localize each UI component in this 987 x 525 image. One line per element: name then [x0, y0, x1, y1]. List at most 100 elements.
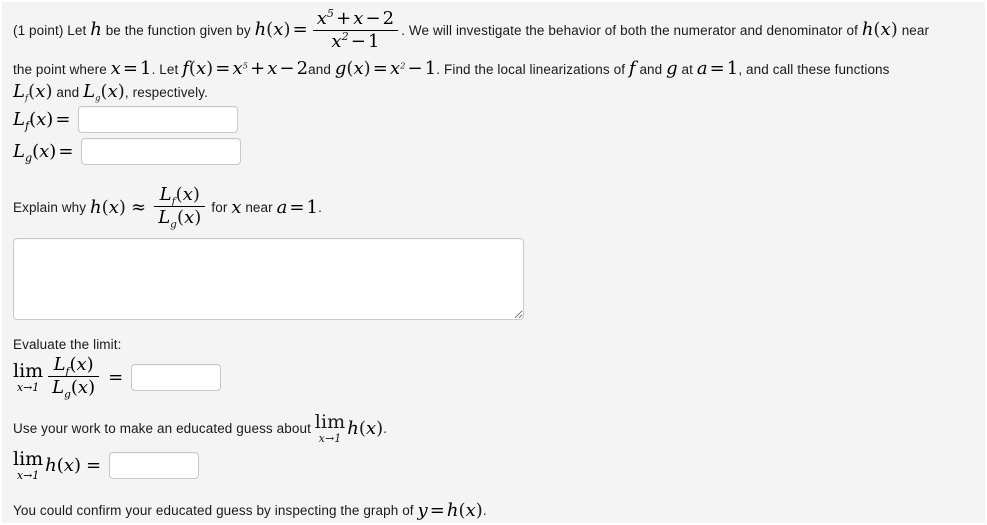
line3-text-b: , respectively.	[124, 85, 208, 100]
math-Lg-of-x-1: Lg(x)	[83, 83, 125, 102]
lf-eq: =	[55, 108, 71, 130]
line3-text-a: and	[56, 85, 80, 100]
limit-ratio-equals: =	[108, 367, 124, 389]
math-x-equals-1: x = 1	[111, 60, 152, 78]
line2-text-g: , and call these functions	[738, 62, 890, 77]
ex-one: 1	[306, 197, 319, 219]
lim-Lg-pc: )	[88, 377, 96, 399]
paren-close-1: )	[283, 19, 291, 41]
lg-L: L	[13, 140, 25, 162]
cf-eq: =	[429, 499, 445, 521]
guess-prompt: Use your work to make an educated guess …	[13, 412, 975, 445]
explain-prompt: Explain why h(x) ≈ Lf(x) Lg(x) for x nea…	[13, 184, 975, 231]
limit-h-input[interactable]	[109, 451, 200, 479]
math-h-of-x-1: h(x)	[862, 21, 898, 39]
l2-f-1: f	[182, 58, 189, 79]
lg-eq: =	[58, 140, 74, 162]
lf-answer-row: Lf(x) =	[13, 104, 975, 134]
gs-pc: )	[376, 417, 384, 439]
l2-g-2: g	[666, 58, 678, 79]
points-label: (1 point)	[13, 23, 64, 39]
confirm-text-b: .	[482, 502, 487, 518]
explanation-area-wrapper	[13, 238, 975, 321]
lh-pc: )	[73, 454, 81, 476]
math-h-2: h	[254, 19, 267, 41]
lf-over-lg-fraction-2: Lf(x) Lg(x)	[48, 354, 100, 400]
math-a-equals-2: a = 1	[277, 197, 318, 218]
h-fraction: x5 + x −2 x2−1	[312, 8, 399, 53]
lf-over-lg-den-2: Lg(x)	[48, 376, 100, 400]
lim-Lf-L: L	[53, 354, 66, 376]
lf-L: L	[13, 108, 25, 130]
ex-eq: =	[289, 197, 305, 219]
intro-text-b: be the function given by	[105, 23, 251, 39]
ex-x-near: x	[231, 197, 242, 219]
ex-Lg-x: x	[184, 207, 195, 229]
num-x-2: x	[353, 8, 364, 29]
h-fraction-numerator: x5 + x −2	[313, 8, 398, 30]
cf-pc: )	[475, 499, 483, 521]
lim-Lf-pc: )	[86, 354, 94, 376]
ex-Lg-sub: g	[170, 218, 177, 231]
lh-x: x	[63, 454, 74, 476]
l2-f-2: f	[628, 58, 636, 79]
lg-x: x	[39, 140, 50, 162]
l2-eq-2: =	[215, 58, 231, 79]
l3-paren-o2: (	[100, 81, 108, 102]
problem-statement-line-1: (1 point) Let h be the function given by…	[13, 8, 975, 56]
evaluate-limit-label: Evaluate the limit:	[13, 337, 122, 353]
lim-Lf-x: x	[76, 354, 87, 376]
l2-paren-o2: (	[346, 58, 354, 79]
l2-minus-1: −	[279, 58, 295, 79]
limit-lim-text-3: lim	[13, 447, 44, 470]
l2-one-3: 1	[726, 58, 739, 79]
limit-ratio-input[interactable]	[131, 364, 222, 392]
ex-a: a	[276, 197, 288, 219]
lg-answer-row: Lg(x) =	[13, 136, 975, 166]
explanation-textarea[interactable]	[13, 238, 524, 321]
den-x: x	[331, 31, 342, 53]
lim-Lg-x: x	[77, 377, 89, 399]
problem-statement-line-3: Lf(x) and Lg(x), respectively.	[13, 83, 975, 102]
ex-Lf-x: x	[182, 184, 193, 205]
l3-paren-c2: )	[117, 81, 125, 102]
explain-text-b: for	[211, 200, 228, 216]
gs-po: (	[358, 417, 366, 439]
guess-text-b: .	[383, 420, 388, 436]
ex-paren-o: (	[101, 197, 109, 219]
lf-answer-input[interactable]	[78, 105, 239, 133]
lf-over-lg-den-1: Lg(x)	[154, 206, 206, 231]
lf-answer-label: Lf(x) =	[13, 108, 72, 132]
confirm-note: You could confirm your educated guess by…	[13, 500, 975, 521]
l2-x-2: x	[196, 58, 207, 79]
num-x-1: x	[316, 8, 327, 29]
gs-x: x	[365, 417, 377, 439]
l2-paren-c2: )	[363, 58, 371, 79]
lh-po: (	[56, 454, 64, 476]
l3-L-1: L	[13, 81, 25, 102]
math-h-1: h	[90, 19, 102, 41]
lf-over-lg-num-2: Lf(x)	[48, 354, 99, 377]
math-h-of-x-3: h(x)	[347, 418, 383, 439]
lf-x: x	[36, 108, 47, 130]
l2-a-1: a	[696, 58, 708, 79]
math-h-of-x-4: h(x)	[45, 455, 81, 476]
limit-h-equals: =	[85, 454, 102, 476]
l3-x-2: x	[107, 81, 118, 102]
ex-Lf-L: L	[159, 184, 172, 205]
limit-ratio-row: lim x→1 Lf(x) Lg(x) =	[13, 354, 975, 400]
l3-x-1: x	[35, 81, 46, 102]
line2-text-d: . Find the local linearizations of	[436, 62, 626, 77]
ex-Lf-pc: )	[192, 184, 200, 205]
explain-text-a: Explain why	[13, 200, 87, 216]
cf-y: y	[417, 499, 428, 521]
limit-subscript-2: x→1	[318, 431, 342, 445]
l3-L-2: L	[83, 81, 96, 102]
l2-plus: +	[250, 58, 266, 79]
limit-h-row: lim x→1 h(x) =	[13, 447, 975, 481]
l2-x-3: x	[232, 58, 243, 79]
lg-answer-input[interactable]	[81, 137, 242, 165]
math-h-of-x-2: h(x)	[90, 197, 126, 218]
l2-x-1: x	[110, 58, 121, 79]
lim-Lg-L: L	[52, 377, 65, 399]
